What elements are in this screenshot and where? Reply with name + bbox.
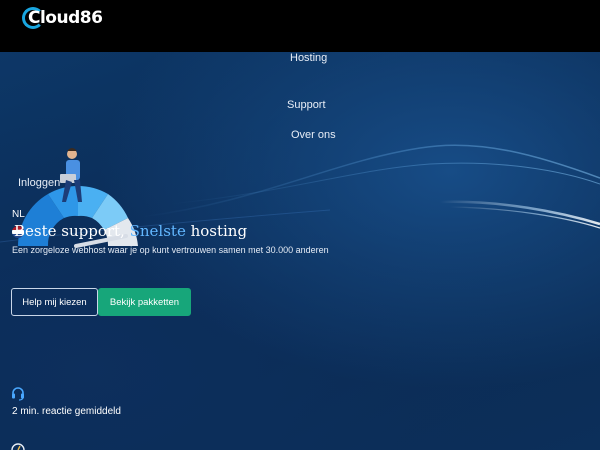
logo[interactable]: Cloud86 bbox=[22, 4, 103, 32]
nav-hosting-link[interactable]: Hosting bbox=[290, 52, 327, 64]
speed-icon bbox=[11, 443, 25, 450]
login-link[interactable]: Inloggen bbox=[18, 177, 60, 189]
nav-about-link[interactable]: Over ons bbox=[291, 129, 336, 141]
top-bar: Cloud86 bbox=[0, 0, 600, 52]
view-packages-button[interactable]: Bekijk pakketten bbox=[98, 288, 191, 316]
logo-text: Cloud86 bbox=[28, 8, 103, 28]
language-selector[interactable]: NL bbox=[12, 209, 25, 220]
hero-subline: Een zorgeloze webhost waar je op kunt ve… bbox=[12, 245, 329, 255]
headline-part1: Beste support, bbox=[14, 222, 130, 240]
headline-part2: hosting bbox=[185, 222, 248, 240]
support-stat-text: 2 min. reactie gemiddeld bbox=[12, 406, 121, 417]
help-me-choose-button[interactable]: Help mij kiezen bbox=[11, 288, 98, 316]
headset-icon bbox=[12, 387, 24, 401]
nav-support-link[interactable]: Support bbox=[287, 99, 326, 111]
hero-headline: Beste support, Snelste hosting bbox=[14, 222, 247, 240]
headline-accent: Snelste bbox=[129, 222, 186, 240]
